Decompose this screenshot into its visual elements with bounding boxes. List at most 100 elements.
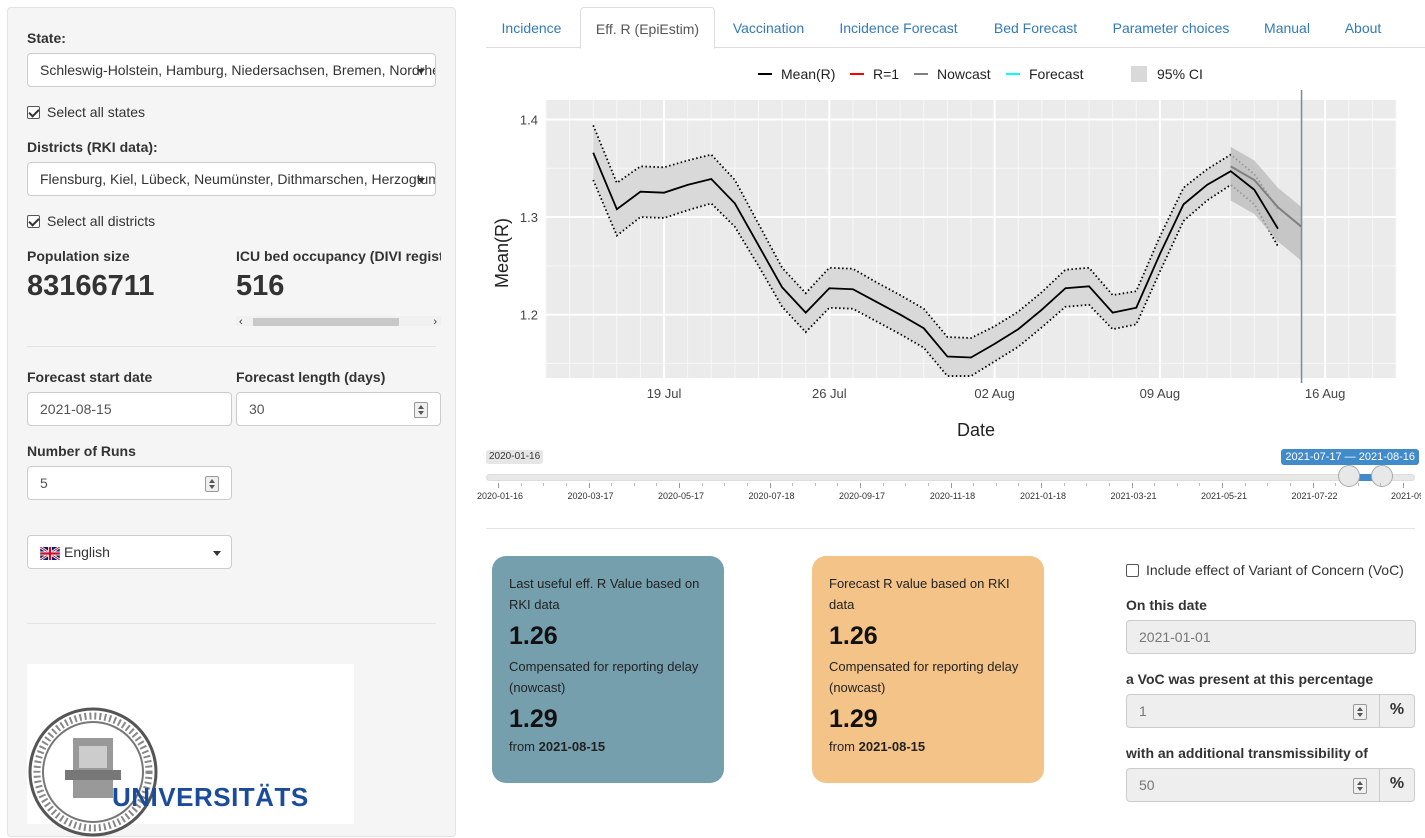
legend-nowcast-label: Nowcast [937,66,991,82]
language-select[interactable]: English [27,535,232,569]
number-stepper-icon[interactable] [205,476,219,492]
slider-tick-mark [950,483,952,488]
checkbox-checked-icon[interactable] [27,214,40,228]
slider-minor-tick [837,483,839,486]
slider-range-label: 2021-07-17 — 2021-08-16 [1281,449,1419,465]
tab-bed-forecast[interactable]: Bed Forecast [978,7,1093,48]
slider-tick-label: 2020-07-18 [748,491,795,501]
slider-tick-mark [1131,483,1133,488]
legend-forecast-label: Forecast [1029,66,1084,82]
runs-label: Number of Runs [27,443,136,459]
slider-minor-tick [1086,483,1088,486]
scroll-left-icon[interactable]: ‹ [239,316,243,326]
card-last-useful-r: Last useful eff. R Value based on RKI da… [492,556,724,783]
legend-ci-label: 95% CI [1157,66,1203,82]
y-tick-label: 1.4 [520,113,538,128]
voc-checkbox[interactable]: Include effect of Variant of Concern (Vo… [1126,562,1404,578]
forecast-length-input[interactable]: 30 [236,392,441,426]
tab-vaccination[interactable]: Vaccination [718,7,819,48]
voc-date-input[interactable]: 2021-01-01 [1126,620,1416,654]
slider-minor-tick [1199,483,1201,486]
slider-minor-tick [746,483,748,486]
voc-percentage-input[interactable]: 1 [1126,694,1380,728]
select-all-states-checkbox[interactable]: Select all states [27,104,145,120]
voc-transmissibility-input[interactable]: 50 [1126,768,1380,802]
slider-tick-label: 2021-07-22 [1291,491,1338,501]
legend-mean-label: Mean(R) [781,66,836,82]
tab-incidence-forecast[interactable]: Incidence Forecast [822,7,975,48]
card-value-nowcast: 1.29 [509,705,558,733]
language-value: English [64,544,110,560]
card-from-date: 2021-08-15 [858,739,926,754]
state-label: State: [27,30,66,46]
voc-percentage-value: 1 [1139,703,1147,719]
slider-minor-tick [1108,483,1110,486]
chevron-down-icon [417,69,425,74]
slider-minor-tick [995,483,997,486]
x-tick-label: 09 Aug [1140,386,1181,401]
districts-select-value: Flensburg, Kiel, Lübeck, Neumünster, Dit… [40,171,436,187]
voc-transmissibility-label: with an additional transmissibility of [1126,745,1368,761]
forecast-start-input[interactable]: 2021-08-15 [27,392,232,426]
slider-handle-to[interactable] [1371,465,1394,487]
horizontal-scrollbar[interactable]: ‹ › [236,316,441,326]
voc-percentage-label: a VoC was present at this percentage [1126,671,1374,687]
slider-minor-tick [973,483,975,486]
tab-about[interactable]: About [1328,7,1398,48]
select-all-districts-label: Select all districts [47,213,156,229]
slider-tick-mark [679,483,680,488]
slider-minor-tick [1244,483,1246,486]
slider-minor-tick [724,483,726,486]
slider-minor-tick [927,483,929,486]
slider-tick-mark [1222,483,1223,488]
voc-transmissibility-value: 50 [1139,777,1155,793]
tab-eff-r[interactable]: Eff. R (EpiEstim) [580,7,715,49]
x-axis-label: Date [957,420,995,440]
checkbox-checked-icon[interactable] [27,105,40,119]
slider-minor-tick [814,483,816,486]
number-stepper-icon[interactable] [414,402,428,418]
card-from-prefix: from [509,739,539,754]
tab-parameter-choices[interactable]: Parameter choices [1096,7,1246,48]
divider [27,346,436,347]
slider-minor-tick [792,483,794,486]
runs-input[interactable]: 5 [27,466,232,500]
slider-minor-tick [1267,483,1269,486]
tab-manual[interactable]: Manual [1249,7,1325,48]
slider-minor-tick [611,483,613,486]
number-stepper-icon[interactable] [1353,704,1367,720]
tab-bar: Incidence Eff. R (EpiEstim) Vaccination … [486,7,1425,49]
x-tick-label: 02 Aug [974,386,1015,401]
voc-checkbox-label: Include effect of Variant of Concern (Vo… [1146,562,1404,578]
university-logo-text: UNIVERSITÄTS [112,782,309,812]
scroll-right-icon[interactable]: › [433,316,437,326]
legend-r1-swatch [850,73,864,75]
legend-ci-swatch [1131,66,1147,82]
forecast-length-value: 30 [249,401,265,417]
tab-incidence[interactable]: Incidence [486,7,577,48]
slider-track[interactable] [486,474,1415,481]
date-range-slider[interactable]: 2020-01-16 2021-07-17 — 2021-08-16 2020-… [477,449,1425,513]
slider-tick-mark [588,483,590,488]
state-select[interactable]: Schleswig-Holstein, Hamburg, Niedersachs… [27,53,436,87]
y-tick-label: 1.2 [520,308,538,323]
slider-tick-label: 2020-11-18 [929,491,976,501]
slider-minor-tick [1380,483,1382,486]
number-stepper-icon[interactable] [1353,778,1367,794]
slider-tick-label: 2020-01-16 [476,491,524,501]
checkbox-unchecked-icon[interactable] [1126,563,1139,577]
card-title: Last useful eff. R Value based on RKI da… [509,576,700,612]
scrollbar-thumb[interactable] [253,318,399,326]
icu-value: 516 [236,270,285,302]
slider-minor-tick [1335,483,1337,486]
chevron-down-icon [213,551,221,556]
slider-tick-mark [769,483,771,488]
select-all-districts-checkbox[interactable]: Select all districts [27,213,155,229]
slider-tick-mark [1041,483,1042,488]
slider-handle-from[interactable] [1338,465,1361,487]
slider-minor-tick [701,483,703,486]
slider-minor-tick [905,483,907,486]
slider-minor-tick [1018,483,1020,486]
districts-select[interactable]: Flensburg, Kiel, Lübeck, Neumünster, Dit… [27,162,436,196]
slider-tick-mark [1403,483,1404,488]
